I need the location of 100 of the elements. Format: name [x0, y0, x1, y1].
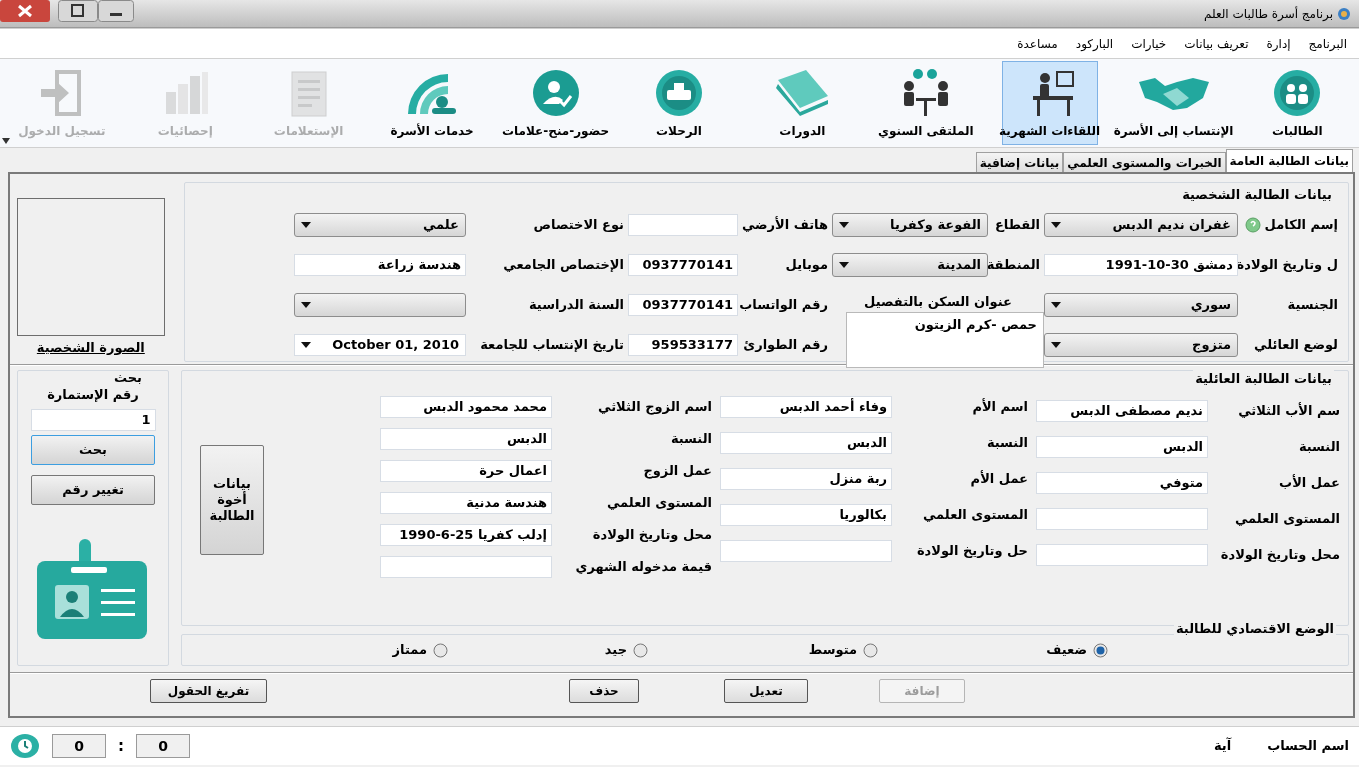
toolbar-button[interactable]: حضور-منح-علامات	[493, 61, 618, 145]
field-label: نوع الاختصاص	[533, 216, 624, 235]
dropdown[interactable]: متزوج	[1044, 333, 1238, 357]
menu-item[interactable]: البرنامج	[1308, 34, 1347, 53]
text-field[interactable]: نديم مصطفى الدبس	[1036, 400, 1208, 422]
toolbar-button[interactable]: الطالبات	[1235, 61, 1359, 145]
search-panel-button[interactable]: تغيير رقم	[31, 474, 155, 505]
radio-button[interactable]: ممتاز	[288, 640, 448, 660]
toolbar-button[interactable]: اللقاءات الشهرية	[1001, 61, 1098, 145]
caret-icon	[1051, 302, 1061, 308]
text-field[interactable]: إدلب كفريا 25-6-1990	[380, 524, 552, 546]
field-label: محل وتاريخ الولادة	[1219, 546, 1340, 565]
account-label: اسم الحساب	[1267, 737, 1349, 756]
field-label: سم الأب الثلاثي	[1237, 401, 1340, 421]
radio-button[interactable]: ضعيف	[878, 640, 1108, 660]
app-icon	[1337, 6, 1351, 21]
field-label: رقم الإستمارة	[47, 386, 139, 404]
tab[interactable]: الخبرات والمستوى العلمي	[1063, 152, 1226, 172]
menu-item[interactable]: إدارة	[1266, 34, 1291, 53]
caret-icon	[301, 342, 311, 348]
photo-link[interactable]: الصورة الشخصية	[36, 338, 145, 358]
text-field[interactable]	[628, 214, 738, 236]
text-field[interactable]: هندسة زراعة	[294, 254, 466, 276]
text-field[interactable]	[380, 556, 552, 578]
field-label: ل وتاريخ الولادة	[1236, 256, 1338, 275]
toolbar-button[interactable]: الإنتساب إلى الأسرة	[1111, 61, 1236, 145]
caret-icon	[301, 302, 311, 308]
tab[interactable]: بيانات الطالبة العامة	[1225, 149, 1353, 172]
minimize-button[interactable]	[98, 0, 134, 22]
text-field[interactable]: 959533177	[628, 334, 738, 356]
text-field[interactable]: محمد محمود الدبس	[380, 396, 552, 418]
caret-icon	[839, 262, 849, 268]
counter-field: 0	[136, 734, 190, 758]
dropdown[interactable]: غفران نديم الدبس	[1044, 213, 1238, 237]
text-field[interactable]: الدبس	[720, 432, 892, 454]
field-label: الجنسية	[1287, 296, 1338, 315]
tab[interactable]: بيانات إضافية	[975, 152, 1064, 172]
text-field[interactable]: الدبس	[380, 428, 552, 450]
radio-button[interactable]: متوسط	[648, 640, 878, 660]
text-field[interactable]: 0937770141	[628, 254, 738, 276]
field-label: عمل الزوج	[642, 462, 712, 481]
dropdown[interactable]: الفوعة وكفريا	[832, 213, 988, 237]
dropdown[interactable]: سوري	[1044, 293, 1238, 317]
text-field[interactable]: الدبس	[1036, 436, 1208, 458]
radio-button[interactable]: جيد	[448, 640, 648, 660]
text-field[interactable]: متوفي	[1036, 472, 1208, 494]
caret-icon	[301, 222, 311, 228]
caret-icon	[1051, 342, 1061, 348]
action-button[interactable]: تعديل	[724, 679, 808, 703]
date-picker[interactable]: October 01, 2010	[294, 334, 466, 356]
text-field[interactable]: اعمال حرة	[380, 460, 552, 482]
siblings-button[interactable]: بيانات أخوة الطالبة	[200, 445, 264, 555]
field-label: هاتف الأرضي	[741, 215, 828, 235]
help-icon[interactable]	[1244, 217, 1261, 233]
text-field[interactable]: هندسة مدنية	[380, 492, 552, 514]
maximize-button[interactable]	[58, 0, 98, 22]
field-label: النسبة	[985, 434, 1028, 453]
field-label: إسم الكامل	[1264, 216, 1338, 235]
window-title: برنامج أسرة طالبات العلم	[1203, 5, 1333, 23]
menu-item[interactable]: خيارات	[1131, 34, 1167, 53]
text-field[interactable]: ربة منزل	[720, 468, 892, 490]
dropdown[interactable]: علمي	[294, 213, 466, 237]
toolbar-button[interactable]: خدمات الأسرة	[370, 61, 494, 145]
menu-item[interactable]: مساعدة	[1017, 34, 1058, 53]
menu-item[interactable]: الباركود	[1075, 34, 1114, 53]
field-label: حل وتاريخ الولادة	[915, 542, 1028, 561]
panel-title: بحث	[114, 371, 142, 385]
field-label: عنوان السكن بالتفصيل	[864, 293, 1012, 311]
field-label: تاريخ الإنتساب للجامعة	[480, 336, 624, 355]
address-field[interactable]: حمص -كرم الزيتون	[846, 311, 1044, 368]
field-label: لوضع العائلي	[1254, 336, 1338, 355]
field-label: عمل الأم	[969, 469, 1028, 489]
text-field[interactable]	[1036, 508, 1208, 530]
action-button[interactable]: تفريغ الحقول	[150, 679, 267, 703]
field-label: رقم الطوارئ	[743, 336, 828, 355]
field-label: المستوى العلمي	[921, 506, 1028, 525]
field-label: اسم الأم	[971, 397, 1028, 417]
field-label: السنة الدراسية	[528, 296, 624, 315]
text-field[interactable]	[720, 540, 892, 562]
close-button[interactable]	[0, 0, 50, 22]
text-field[interactable]: 0937770141	[628, 294, 738, 316]
caret-icon	[1051, 222, 1061, 228]
action-button[interactable]: حذف	[569, 679, 639, 703]
dropdown-arrow-icon[interactable]	[2, 138, 10, 144]
text-field[interactable]: وفاء أحمد الدبس	[720, 396, 892, 418]
field-label: النسبة	[1297, 438, 1340, 457]
text-field[interactable]: بكالوريا	[720, 504, 892, 526]
toolbar-button[interactable]: الرحلات	[617, 61, 741, 145]
search-panel-button[interactable]: بحث	[31, 434, 155, 465]
menu-item[interactable]: تعريف بيانات	[1184, 34, 1249, 53]
counter-field: 0	[52, 734, 106, 758]
number-field[interactable]: 1	[30, 408, 156, 431]
text-field[interactable]	[1036, 544, 1208, 566]
field-label: المستوى العلمي	[605, 494, 712, 513]
toolbar-button[interactable]: الملتقى السنوي	[864, 61, 988, 145]
toolbar-button[interactable]: الدورات	[740, 61, 865, 145]
dropdown[interactable]: المدينة	[832, 253, 988, 277]
text-field[interactable]: دمشق 30-10-1991	[1044, 254, 1238, 276]
dropdown[interactable]	[294, 293, 466, 317]
field-label: الإختصاص الجامعي	[503, 256, 624, 275]
